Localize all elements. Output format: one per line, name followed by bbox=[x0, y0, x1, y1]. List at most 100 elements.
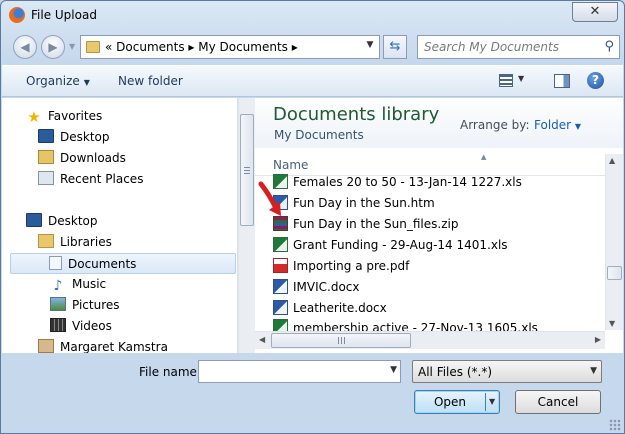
sidebar-item-pictures[interactable]: Pictures bbox=[50, 295, 120, 316]
navigation-scrollbar[interactable] bbox=[238, 98, 255, 353]
sort-ascending-icon: ▲ bbox=[481, 153, 487, 161]
open-options-dropdown-icon[interactable]: ▼ bbox=[489, 397, 495, 406]
list-item[interactable]: Fun Day in the Sun.htm bbox=[273, 193, 603, 214]
preview-pane-icon[interactable] bbox=[554, 74, 570, 88]
scroll-left-icon[interactable]: ◀ bbox=[259, 335, 265, 344]
scrollbar-thumb[interactable] bbox=[607, 266, 622, 280]
refresh-button[interactable]: ⇆ bbox=[383, 35, 407, 59]
file-list-horizontal-scrollbar[interactable]: ◀ ▶ bbox=[255, 331, 605, 349]
resize-grip-icon[interactable] bbox=[609, 419, 621, 431]
chevron-down-icon: ▼ bbox=[574, 122, 582, 131]
address-dropdown-icon[interactable]: ▼ bbox=[363, 40, 377, 50]
scroll-up-icon[interactable]: ▲ bbox=[609, 156, 615, 165]
open-label: Open bbox=[433, 395, 467, 409]
file-name: Leatherite.docx bbox=[293, 301, 387, 315]
sidebar-item-user[interactable]: Margaret Kamstra bbox=[38, 337, 168, 353]
arrange-by-label: Arrange by: bbox=[460, 118, 530, 132]
list-item[interactable]: Fun Day in the Sun_files.zip bbox=[273, 214, 603, 235]
window-title: File Upload bbox=[31, 8, 97, 22]
folder-icon bbox=[86, 41, 100, 53]
new-folder-button[interactable]: New folder bbox=[118, 74, 183, 88]
music-icon: ♪ bbox=[53, 278, 63, 294]
sidebar-item-label: Videos bbox=[72, 319, 112, 333]
list-item[interactable]: Females 20 to 50 - 13-Jan-14 1227.xls bbox=[273, 172, 603, 193]
search-box[interactable]: ⚲ bbox=[417, 35, 620, 59]
documents-icon bbox=[49, 256, 62, 270]
sidebar-item-recent-places[interactable]: Recent Places bbox=[38, 169, 143, 190]
sidebar-item-documents[interactable]: Documents bbox=[10, 253, 236, 274]
user-folder-icon bbox=[38, 339, 54, 353]
list-item[interactable]: Importing a pre.pdf bbox=[273, 256, 603, 277]
sidebar-item-label: Music bbox=[72, 277, 107, 291]
sidebar-item-desktop[interactable]: Desktop bbox=[38, 127, 110, 148]
sidebar-item-favorites[interactable]: ★ Favorites bbox=[26, 106, 102, 127]
list-item[interactable]: membership active - 27-Nov-13 1605.xls bbox=[273, 319, 603, 331]
file-name-combobox[interactable]: ▼ bbox=[198, 360, 401, 383]
list-item[interactable]: Leatherite.docx bbox=[273, 298, 603, 319]
file-name: membership active - 27-Nov-13 1605.xls bbox=[293, 321, 538, 331]
file-name-input[interactable] bbox=[203, 364, 378, 380]
close-button[interactable]: ✕ bbox=[572, 2, 618, 22]
list-item[interactable]: Grant Funding - 29-Aug-14 1401.xls bbox=[273, 235, 603, 256]
search-icon[interactable]: ⚲ bbox=[604, 39, 614, 54]
file-name: Females 20 to 50 - 13-Jan-14 1227.xls bbox=[293, 175, 522, 189]
split-divider bbox=[485, 393, 486, 411]
forward-arrow-icon: ▶ bbox=[48, 40, 58, 54]
sidebar-item-label: Documents bbox=[68, 257, 137, 271]
chevron-down-icon: ▼ bbox=[83, 78, 90, 87]
back-arrow-icon: ◀ bbox=[20, 40, 30, 54]
navigation-bar: ◀ ▶ ▼ « Documents ▸ My Documents ▸ ▼ ⇆ ⚲ bbox=[7, 33, 620, 61]
view-options-dropdown-icon[interactable]: ▼ bbox=[518, 74, 524, 83]
sidebar-item-label: Libraries bbox=[60, 235, 112, 249]
file-type-value: All Files (*.*) bbox=[418, 365, 493, 379]
file-upload-dialog: File Upload ✕ ◀ ▶ ▼ « Documents ▸ My Doc… bbox=[0, 0, 625, 434]
file-name: Fun Day in the Sun_files.zip bbox=[293, 217, 459, 231]
sidebar-item-music[interactable]: ♪ Music bbox=[50, 274, 107, 295]
scrollbar-thumb[interactable] bbox=[271, 333, 411, 348]
column-name-label: Name bbox=[273, 158, 309, 172]
change-view-icon[interactable] bbox=[499, 74, 513, 87]
sidebar-item-desktop-root[interactable]: Desktop bbox=[26, 211, 98, 232]
sidebar-item-libraries[interactable]: Libraries bbox=[38, 232, 112, 253]
scroll-right-icon[interactable]: ▶ bbox=[595, 335, 601, 344]
open-button[interactable]: Open ▼ bbox=[414, 390, 500, 414]
scroll-down-icon[interactable]: ▼ bbox=[609, 319, 615, 328]
sidebar-item-downloads[interactable]: Downloads bbox=[38, 148, 126, 169]
title-bar[interactable]: File Upload ✕ bbox=[1, 1, 624, 31]
file-name: Grant Funding - 29-Aug-14 1401.xls bbox=[293, 238, 508, 252]
back-button[interactable]: ◀ bbox=[13, 35, 37, 59]
desktop-icon bbox=[26, 213, 42, 227]
file-name: Importing a pre.pdf bbox=[293, 259, 410, 273]
file-name: IMVIC.docx bbox=[293, 280, 360, 294]
organize-button[interactable]: Organize ▼ bbox=[26, 74, 90, 88]
arrange-by-dropdown[interactable]: Folder ▼ bbox=[534, 118, 581, 132]
excel-file-icon bbox=[273, 319, 288, 331]
search-input[interactable] bbox=[424, 39, 594, 55]
list-item[interactable]: IMVIC.docx bbox=[273, 277, 603, 298]
libraries-icon bbox=[38, 234, 54, 248]
library-title: Documents library bbox=[273, 104, 440, 125]
chevron-down-icon: ▼ bbox=[590, 366, 597, 376]
breadcrumb[interactable]: « Documents ▸ My Documents ▸ bbox=[105, 40, 298, 54]
cancel-button[interactable]: Cancel bbox=[515, 390, 601, 414]
sidebar-item-label: Favorites bbox=[48, 109, 103, 123]
sidebar-item-label: Downloads bbox=[60, 151, 126, 165]
library-header: Documents library My Documents Arrange b… bbox=[255, 98, 623, 148]
forward-button[interactable]: ▶ bbox=[41, 35, 65, 59]
sidebar-item-videos[interactable]: Videos bbox=[50, 316, 112, 337]
file-name-label: File name: bbox=[139, 365, 201, 379]
help-icon[interactable]: ? bbox=[587, 72, 604, 89]
file-type-select[interactable]: All Files (*.*) ▼ bbox=[412, 360, 602, 383]
recent-pages-dropdown-icon[interactable]: ▼ bbox=[69, 42, 75, 51]
organize-label: Organize bbox=[26, 74, 80, 88]
chevron-down-icon[interactable]: ▼ bbox=[390, 365, 397, 375]
sidebar-item-label: Pictures bbox=[72, 298, 120, 312]
sidebar-item-label: Recent Places bbox=[60, 172, 144, 186]
desktop-icon bbox=[38, 129, 54, 143]
scrollbar-thumb[interactable] bbox=[240, 114, 254, 226]
address-bar[interactable]: « Documents ▸ My Documents ▸ ▼ bbox=[80, 35, 380, 59]
word-file-icon bbox=[273, 300, 288, 315]
file-list-vertical-scrollbar[interactable]: ▲ ▼ bbox=[605, 154, 623, 330]
downloads-icon bbox=[38, 150, 54, 164]
sidebar-item-label: Desktop bbox=[48, 214, 98, 228]
